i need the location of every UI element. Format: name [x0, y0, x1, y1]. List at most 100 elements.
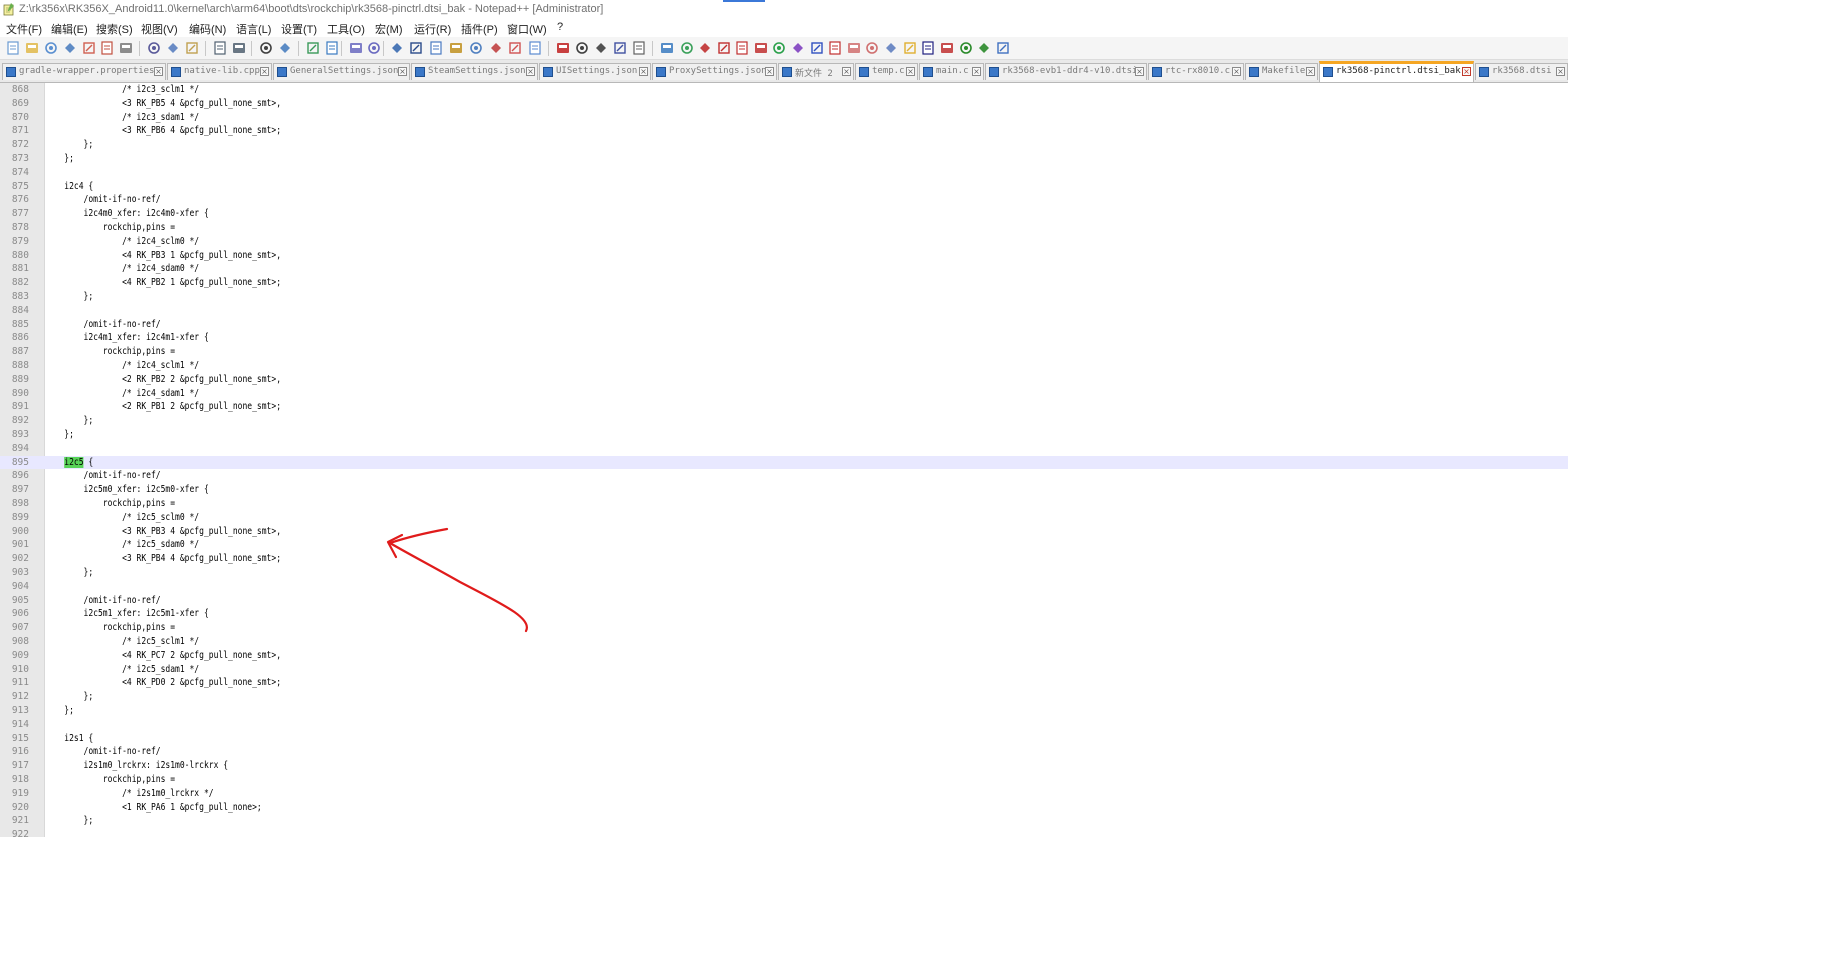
plugin-10-icon[interactable]: [827, 40, 843, 56]
menu-item-12[interactable]: ?: [557, 21, 563, 33]
tab-close-icon[interactable]: ×: [1556, 67, 1565, 76]
code-line[interactable]: 892 };: [0, 414, 1568, 428]
menu-item-7[interactable]: 工具(O): [327, 21, 365, 37]
find-icon[interactable]: [258, 40, 274, 56]
code-line[interactable]: 873 };: [0, 152, 1568, 166]
plugin-3-icon[interactable]: [697, 40, 713, 56]
menu-item-2[interactable]: 搜索(S): [96, 21, 133, 37]
menu-item-4[interactable]: 编码(N): [189, 21, 226, 37]
tab-close-icon[interactable]: ×: [154, 67, 163, 76]
code-line[interactable]: 869 <3 RK_PB5 4 &pcfg_pull_none_smt>,: [0, 97, 1568, 111]
code-line[interactable]: 877 i2c4m0_xfer: i2c4m0-xfer {: [0, 207, 1568, 221]
code-line[interactable]: 872 };: [0, 138, 1568, 152]
code-line[interactable]: 888 /* i2c4_sclm1 */: [0, 359, 1568, 373]
code-line[interactable]: 874: [0, 166, 1568, 180]
tab-9[interactable]: rk3568-evb1-ddr4-v10.dtsi ×: [985, 63, 1147, 80]
code-line[interactable]: 879 /* i2c4_sclm0 */: [0, 235, 1568, 249]
code-line[interactable]: 916 /omit-if-no-ref/: [0, 745, 1568, 759]
code-line[interactable]: 880 <4 RK_PB3 1 &pcfg_pull_none_smt>,: [0, 249, 1568, 263]
code-line[interactable]: 922: [0, 828, 1568, 842]
tab-close-icon[interactable]: ×: [906, 67, 915, 76]
code-line[interactable]: 893 };: [0, 428, 1568, 442]
plugin-4-icon[interactable]: [716, 40, 732, 56]
code-line[interactable]: 896 /omit-if-no-ref/: [0, 469, 1568, 483]
plugin-5-icon[interactable]: [734, 40, 750, 56]
plugin-19-icon[interactable]: [995, 40, 1011, 56]
plugin-11-icon[interactable]: [846, 40, 862, 56]
code-line[interactable]: 912 };: [0, 690, 1568, 704]
code-line[interactable]: 897 i2c5m0_xfer: i2c5m0-xfer {: [0, 483, 1568, 497]
code-line[interactable]: 895 i2c5 {: [0, 455, 1568, 470]
code-line[interactable]: 884: [0, 304, 1568, 318]
code-line[interactable]: 921 };: [0, 814, 1568, 828]
code-line[interactable]: 885 /omit-if-no-ref/: [0, 318, 1568, 332]
tab-6[interactable]: 新文件 2 ×: [778, 63, 854, 80]
tab-close-icon[interactable]: ×: [842, 67, 851, 76]
show-all-chars-icon[interactable]: [408, 40, 424, 56]
cut-icon[interactable]: [146, 40, 162, 56]
code-area[interactable]: 868 /* i2c3_sclm1 */869 <3 RK_PB5 4 &pcf…: [0, 83, 1568, 840]
plugin-18-icon[interactable]: [976, 40, 992, 56]
code-line[interactable]: 904: [0, 580, 1568, 594]
menu-item-3[interactable]: 视图(V): [141, 21, 178, 37]
tab-10[interactable]: rtc-rx8010.c ×: [1148, 63, 1244, 80]
run-macro-multiple-icon[interactable]: [612, 40, 628, 56]
function-list-icon[interactable]: [488, 40, 504, 56]
code-line[interactable]: 889 <2 RK_PB2 2 &pcfg_pull_none_smt>,: [0, 373, 1568, 387]
menu-item-6[interactable]: 设置(T): [281, 21, 317, 37]
undo-icon[interactable]: [212, 40, 228, 56]
paste-icon[interactable]: [184, 40, 200, 56]
code-line[interactable]: 883 };: [0, 290, 1568, 304]
code-line[interactable]: 894: [0, 442, 1568, 456]
record-macro-icon[interactable]: [555, 40, 571, 56]
sync-vertical-icon[interactable]: [348, 40, 364, 56]
code-line[interactable]: 882 <4 RK_PB2 1 &pcfg_pull_none_smt>;: [0, 276, 1568, 290]
code-line[interactable]: 914: [0, 718, 1568, 732]
code-line[interactable]: 907 rockchip,pins =: [0, 621, 1568, 635]
tab-5[interactable]: ProxySettings.json ×: [652, 63, 777, 80]
new-file-icon[interactable]: [5, 40, 21, 56]
menu-item-11[interactable]: 窗口(W): [507, 21, 547, 37]
code-line[interactable]: 903 };: [0, 566, 1568, 580]
code-line[interactable]: 915 i2s1 {: [0, 732, 1568, 746]
redo-icon[interactable]: [231, 40, 247, 56]
tab-2[interactable]: GeneralSettings.json ×: [273, 63, 410, 80]
tab-close-icon[interactable]: ×: [1232, 67, 1241, 76]
menu-item-1[interactable]: 编辑(E): [51, 21, 88, 37]
tab-3[interactable]: SteamSettings.json ×: [411, 63, 538, 80]
plugin-15-icon[interactable]: [920, 40, 936, 56]
save-icon[interactable]: [43, 40, 59, 56]
plugin-7-icon[interactable]: [771, 40, 787, 56]
plugin-16-icon[interactable]: [939, 40, 955, 56]
save-all-icon[interactable]: [62, 40, 78, 56]
stop-macro-icon[interactable]: [574, 40, 590, 56]
tab-close-icon[interactable]: ×: [1462, 67, 1471, 76]
editor[interactable]: 868 /* i2c3_sclm1 */869 <3 RK_PB5 4 &pcf…: [0, 83, 1568, 840]
menu-item-8[interactable]: 宏(M): [375, 21, 403, 37]
code-line[interactable]: 913 };: [0, 704, 1568, 718]
code-line[interactable]: 910 /* i2c5_sdam1 */: [0, 663, 1568, 677]
code-line[interactable]: 871 <3 RK_PB6 4 &pcfg_pull_none_smt>;: [0, 124, 1568, 138]
zoom-in-icon[interactable]: [305, 40, 321, 56]
code-line[interactable]: 875 i2c4 {: [0, 180, 1568, 194]
open-file-icon[interactable]: [24, 40, 40, 56]
code-line[interactable]: 902 <3 RK_PB4 4 &pcfg_pull_none_smt>;: [0, 552, 1568, 566]
code-line[interactable]: 908 /* i2c5_sclm1 */: [0, 635, 1568, 649]
code-line[interactable]: 906 i2c5m1_xfer: i2c5m1-xfer {: [0, 607, 1568, 621]
code-line[interactable]: 899 /* i2c5_sclm0 */: [0, 511, 1568, 525]
title-bar[interactable]: Z:\rk356x\RK356X_Android11.0\kernel\arch…: [0, 0, 1568, 19]
menu-item-0[interactable]: 文件(F): [6, 21, 42, 37]
plugin-12-icon[interactable]: [864, 40, 880, 56]
tab-11[interactable]: Makefile ×: [1245, 63, 1318, 80]
plugin-8-icon[interactable]: [790, 40, 806, 56]
zoom-out-icon[interactable]: [324, 40, 340, 56]
tab-1[interactable]: native-lib.cpp ×: [167, 63, 272, 80]
code-line[interactable]: 917 i2s1m0_lrckrx: i2s1m0-lrckrx {: [0, 759, 1568, 773]
save-macro-icon[interactable]: [631, 40, 647, 56]
tab-close-icon[interactable]: ×: [260, 67, 269, 76]
tab-close-icon[interactable]: ×: [765, 67, 774, 76]
monitoring-icon[interactable]: [527, 40, 543, 56]
code-line[interactable]: 905 /omit-if-no-ref/: [0, 594, 1568, 608]
close-all-icon[interactable]: [99, 40, 115, 56]
code-line[interactable]: 876 /omit-if-no-ref/: [0, 193, 1568, 207]
